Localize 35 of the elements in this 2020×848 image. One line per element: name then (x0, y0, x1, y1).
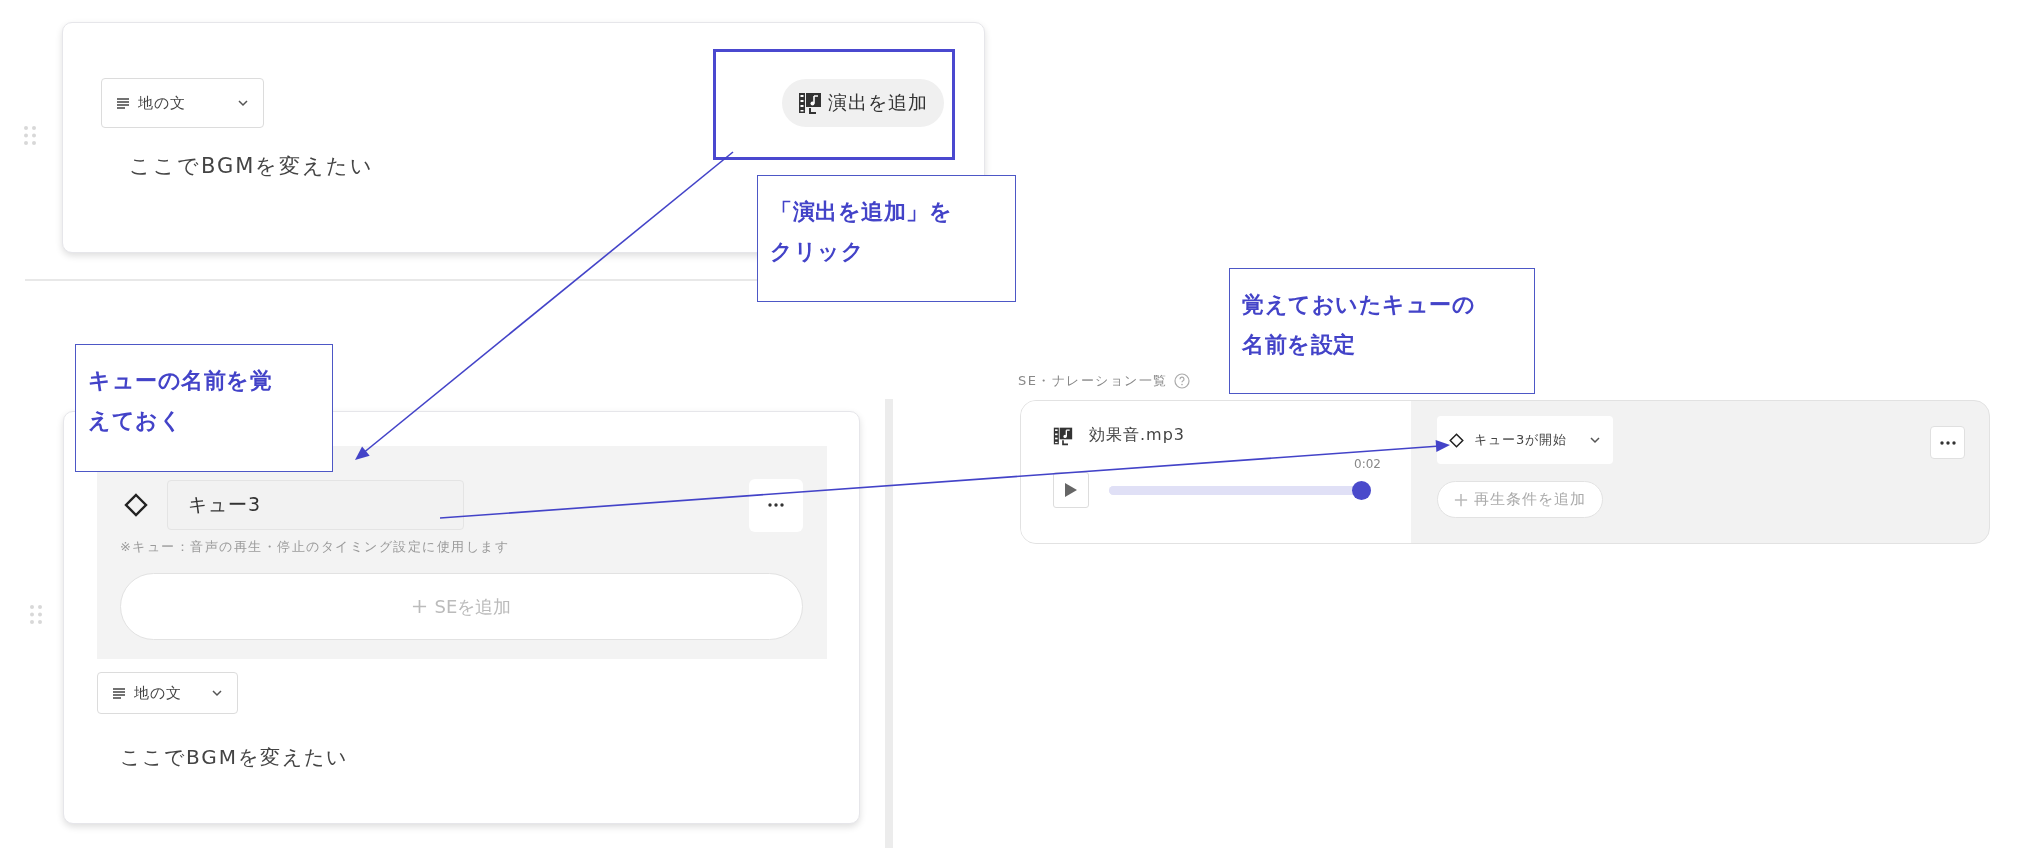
seek-slider[interactable] (1109, 480, 1371, 500)
more-icon (1939, 440, 1956, 445)
audio-file-icon (1053, 425, 1073, 446)
slider-thumb[interactable] (1352, 480, 1371, 500)
lines-icon (116, 97, 130, 109)
play-icon (1064, 482, 1078, 498)
chevron-down-icon (237, 99, 249, 107)
callout-box: 「演出を追加」をクリック (757, 175, 1016, 302)
diamond-icon (1449, 432, 1464, 448)
film-music-icon (798, 91, 822, 115)
cue-name-field[interactable]: キュー3 (167, 480, 464, 530)
callout-box: キューの名前を覚えておく (75, 344, 333, 472)
text-type-dropdown[interactable]: 地の文 (101, 78, 264, 128)
body-text: ここでBGMを変えたい (129, 153, 375, 180)
lines-icon (112, 687, 126, 699)
chevron-down-icon (211, 689, 223, 697)
diamond-icon (124, 493, 148, 517)
drag-handle-icon[interactable] (24, 126, 36, 145)
body-text: ここでBGMを変えたい (120, 744, 349, 771)
chevron-down-icon (1589, 436, 1601, 444)
cue-note: ※キュー：音声の再生・停止のタイミング設定に使用します (120, 538, 511, 556)
more-icon (768, 503, 784, 507)
plus-icon (1454, 492, 1468, 507)
more-button[interactable] (749, 478, 803, 532)
section-title: SE・ナレーション一覧 (1018, 372, 1168, 390)
drag-handle-icon[interactable] (30, 605, 42, 624)
text-type-dropdown[interactable]: 地の文 (97, 672, 238, 714)
duration-label: 0:02 (1354, 457, 1381, 471)
add-effect-button[interactable]: 演出を追加 (782, 79, 944, 127)
more-button[interactable] (1930, 426, 1965, 459)
condition-dropdown[interactable]: キュー3が開始 (1437, 416, 1613, 464)
plus-icon (411, 599, 427, 614)
callout-box: 覚えておいたキューの名前を設定 (1229, 268, 1535, 394)
play-button[interactable] (1053, 472, 1089, 508)
file-name: 効果音.mp3 (1089, 425, 1185, 446)
